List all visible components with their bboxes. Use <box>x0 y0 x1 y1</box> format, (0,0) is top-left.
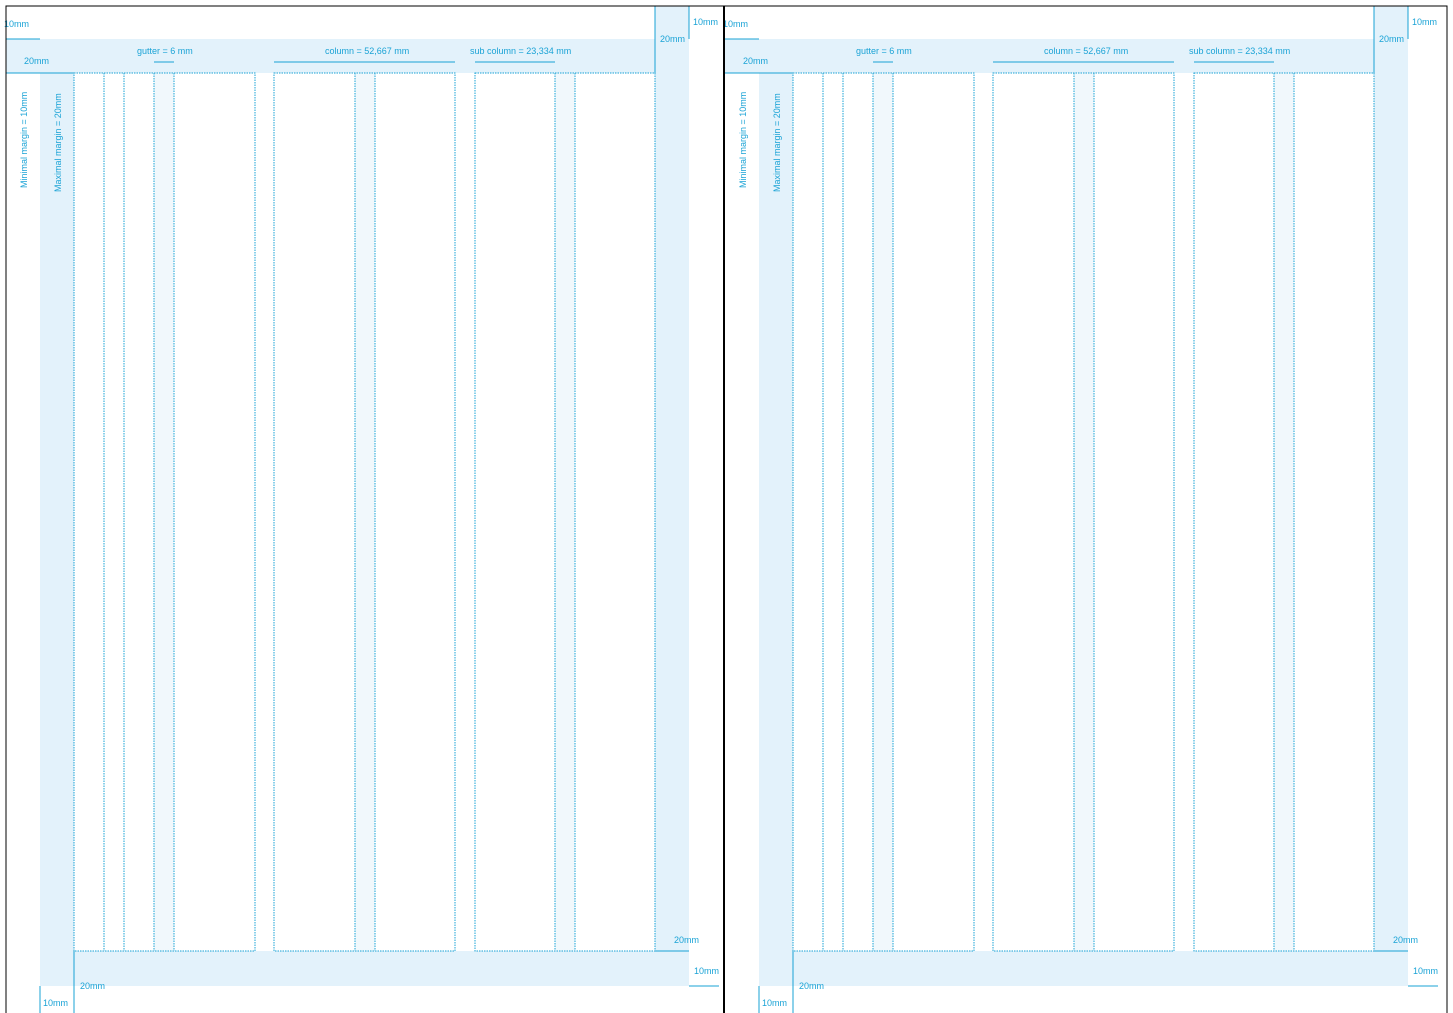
right-bottom-min-label: 10mm <box>1413 966 1438 976</box>
top-margin-band <box>725 39 1408 73</box>
gutter-label: gutter = 6 mm <box>137 46 193 56</box>
bottom-min-label: 10mm <box>43 998 68 1008</box>
pages-group: 10mm 20mm 20mm 10mm 20mm 10mm 20mm 10mm gutter =… <box>4 5 1448 1013</box>
page-2: 10mm 20mm 20mm 10mm 20mm 10mm 20mm 10mm gutter =… <box>723 6 1438 1013</box>
bottom-max-label: 20mm <box>799 981 824 991</box>
maximal-margin-label: Maximal margin = 20mm <box>772 93 782 192</box>
minimal-margin-label: Minimal margin = 10mm <box>738 92 748 188</box>
top-min-label: 10mm <box>4 19 29 29</box>
right-margin-band <box>655 6 689 986</box>
right-margin-band <box>1374 6 1408 986</box>
sub-gutter-fill <box>154 73 174 951</box>
right-bottom-label: 20mm <box>1393 935 1418 945</box>
sub-gutter-fill <box>1074 73 1094 951</box>
bottom-max-label: 20mm <box>80 981 105 991</box>
right-min-label: 10mm <box>1412 17 1437 27</box>
sub-gutter-fill <box>873 73 893 951</box>
sub-gutter-fill <box>1274 73 1294 951</box>
column-label: column = 52,667 mm <box>1044 46 1128 56</box>
page-border <box>5 5 1448 1013</box>
bottom-min-label: 10mm <box>762 998 787 1008</box>
sub-gutter-fill <box>355 73 375 951</box>
page-1: 10mm 20mm 20mm 10mm 20mm 10mm 20mm 10mm gutter =… <box>4 6 719 1013</box>
right-min-label: 10mm <box>693 17 718 27</box>
gutter-fill <box>455 73 475 951</box>
gutter-fill <box>1174 73 1194 951</box>
column-label: column = 52,667 mm <box>325 46 409 56</box>
gutter-label: gutter = 6 mm <box>856 46 912 56</box>
minimal-margin-label: Minimal margin = 10mm <box>19 92 29 188</box>
gutter-fill <box>255 73 274 951</box>
sub-column-label: sub column = 23,334 mm <box>470 46 571 56</box>
maximal-margin-label: Maximal margin = 20mm <box>53 93 63 192</box>
bottom-margin-band <box>759 951 1408 986</box>
top-min-label: 10mm <box>723 19 748 29</box>
right-max-label: 20mm <box>660 34 685 44</box>
right-bottom-label: 20mm <box>674 935 699 945</box>
grid-layout-diagram: 10mm 20mm 20mm 10mm 20mm 10mm 20mm 10mm gutter =… <box>4 5 1448 1013</box>
right-bottom-min-label: 10mm <box>694 966 719 976</box>
bottom-margin-band <box>40 951 689 986</box>
sub-gutter-fill <box>555 73 575 951</box>
top-max-label: 20mm <box>743 56 768 66</box>
top-margin-band <box>6 39 689 73</box>
sub-column-label: sub column = 23,334 mm <box>1189 46 1290 56</box>
top-max-label: 20mm <box>24 56 49 66</box>
right-max-label: 20mm <box>1379 34 1404 44</box>
gutter-fill <box>974 73 993 951</box>
